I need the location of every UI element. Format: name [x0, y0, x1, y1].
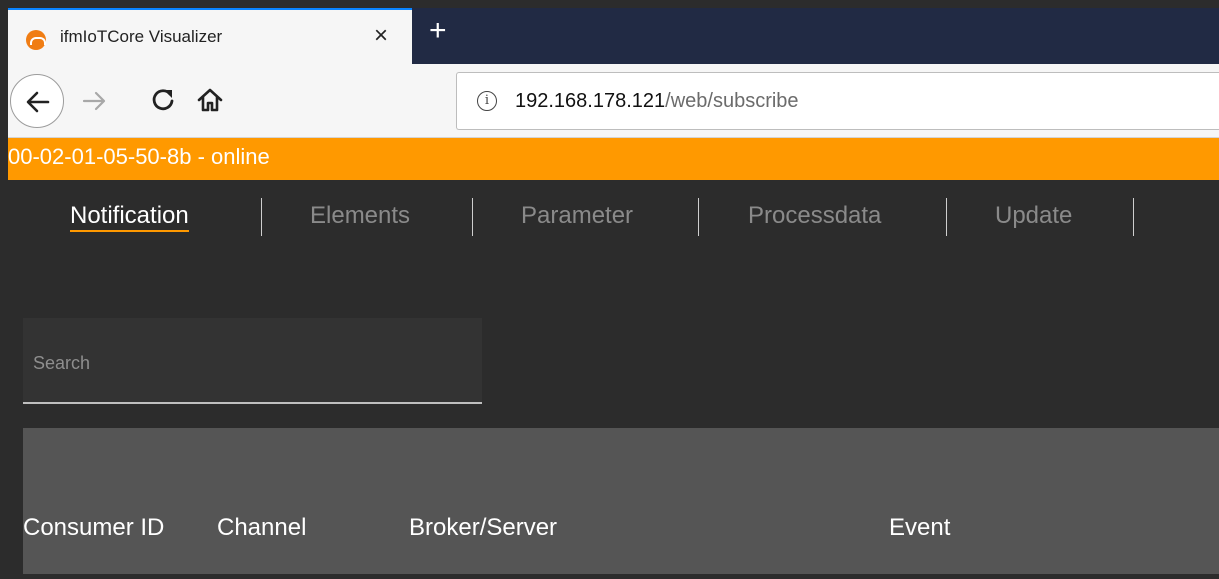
nav-separator — [946, 198, 947, 236]
forward-arrow-icon[interactable] — [80, 86, 110, 116]
reload-icon[interactable] — [148, 85, 178, 115]
nav-tab-notification[interactable]: Notification — [70, 202, 189, 232]
browser-navigation-bar: i 192.168.178.121/web/subscribe — [8, 64, 1219, 138]
nav-tab-parameter[interactable]: Parameter — [521, 202, 633, 230]
app-content: Notification Elements Parameter Processd… — [8, 180, 1219, 579]
ifm-favicon-icon — [26, 30, 46, 50]
home-icon[interactable] — [195, 85, 225, 115]
device-status-text: 00-02-01-05-50-8b - online — [8, 144, 270, 169]
table-header: Consumer ID Channel Broker/Server Event — [23, 428, 1219, 574]
column-header-event[interactable]: Event — [889, 514, 950, 542]
address-bar[interactable]: i 192.168.178.121/web/subscribe — [456, 72, 1219, 130]
url-host: 192.168.178.121 — [515, 90, 666, 112]
browser-tab-strip: ifmIoTCore Visualizer × + — [8, 8, 1219, 64]
info-icon[interactable]: i — [477, 91, 497, 111]
column-header-broker-server[interactable]: Broker/Server — [409, 514, 557, 542]
nav-separator — [261, 198, 262, 236]
device-status-bar: 00-02-01-05-50-8b - online — [8, 138, 1219, 180]
new-tab-button[interactable]: + — [429, 14, 447, 48]
nav-separator — [472, 198, 473, 236]
browser-tab[interactable]: ifmIoTCore Visualizer × — [8, 8, 412, 64]
back-button[interactable] — [10, 74, 64, 128]
tab-close-icon[interactable]: × — [374, 22, 388, 50]
column-header-consumer-id[interactable]: Consumer ID — [23, 514, 164, 542]
search-input[interactable] — [33, 350, 463, 376]
nav-separator — [698, 198, 699, 236]
tab-title: ifmIoTCore Visualizer — [60, 27, 223, 46]
nav-tab-elements[interactable]: Elements — [310, 202, 410, 230]
url-text[interactable]: 192.168.178.121/web/subscribe — [515, 90, 799, 113]
back-arrow-icon — [26, 91, 50, 113]
nav-tab-processdata[interactable]: Processdata — [748, 202, 881, 230]
url-path: /web/subscribe — [665, 90, 799, 112]
search-box — [23, 318, 482, 404]
nav-tab-update[interactable]: Update — [995, 202, 1072, 230]
column-header-channel[interactable]: Channel — [217, 514, 306, 542]
nav-separator — [1133, 198, 1134, 236]
